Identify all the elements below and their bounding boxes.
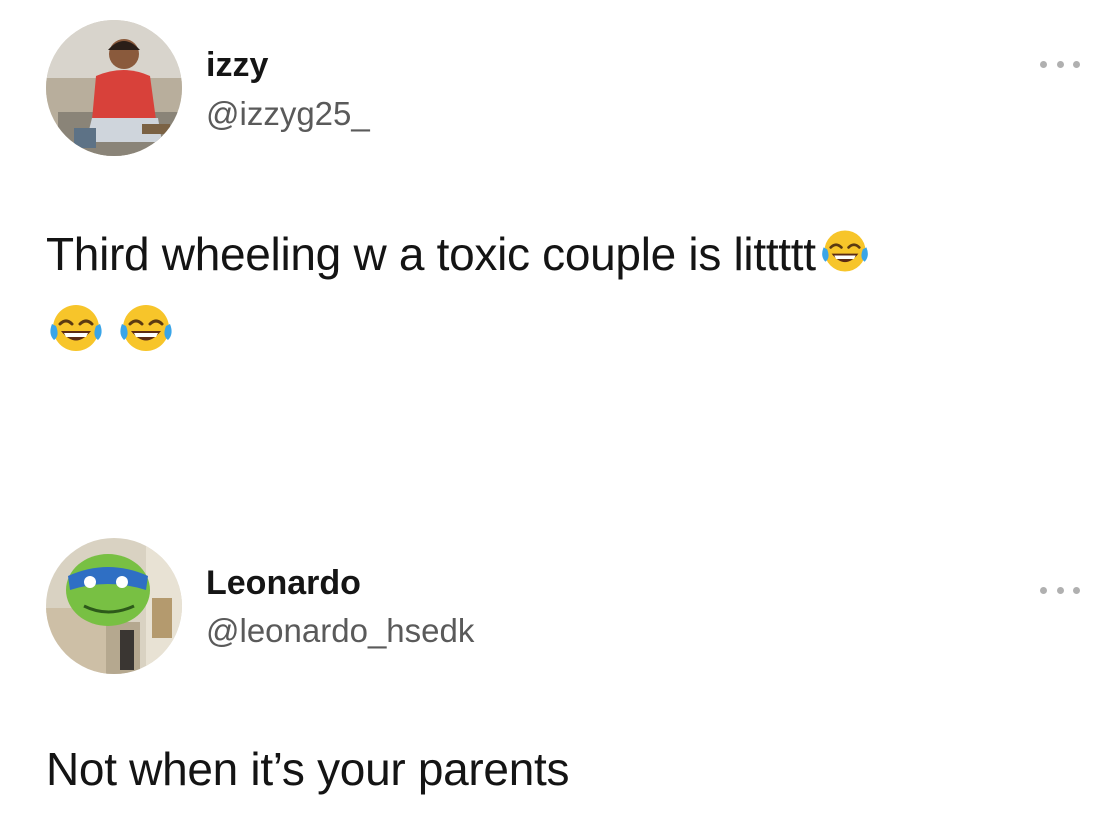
tweet-text: Not when it’s your parents [46, 743, 570, 795]
tweet: izzy @izzyg25_ Third wheeling w a toxic … [0, 0, 1112, 460]
avatar[interactable] [46, 538, 182, 674]
more-options-icon [1040, 586, 1047, 594]
more-options-icon [1073, 60, 1080, 68]
user-photo-avatar [46, 20, 182, 156]
user-handle[interactable]: @izzyg25_ [206, 97, 370, 130]
display-name[interactable]: Leonardo [206, 566, 361, 600]
avatar[interactable] [46, 20, 182, 156]
ninja-turtle-avatar [46, 538, 182, 674]
tweet: Leonardo @leonardo_hsedk Not when it’s y… [0, 520, 1112, 824]
more-options-icon [1056, 586, 1064, 594]
tweet-text: Third wheeling w a toxic couple is littt… [46, 226, 1066, 277]
more-options-button[interactable] [1040, 578, 1080, 602]
user-handle[interactable]: @leonardo_hsedk [206, 614, 474, 647]
face-with-tears-of-joy-icon [46, 300, 106, 356]
more-options-icon [1056, 60, 1064, 68]
face-with-tears-of-joy-icon [116, 300, 176, 356]
tweet-text-content: Third wheeling w a toxic couple is littt… [46, 228, 816, 280]
more-options-button[interactable] [1040, 52, 1080, 76]
more-options-icon [1040, 60, 1047, 68]
more-options-icon [1073, 586, 1080, 594]
face-with-tears-of-joy-icon [818, 226, 872, 276]
display-name[interactable]: izzy [206, 48, 268, 82]
emoji-line [46, 300, 176, 356]
